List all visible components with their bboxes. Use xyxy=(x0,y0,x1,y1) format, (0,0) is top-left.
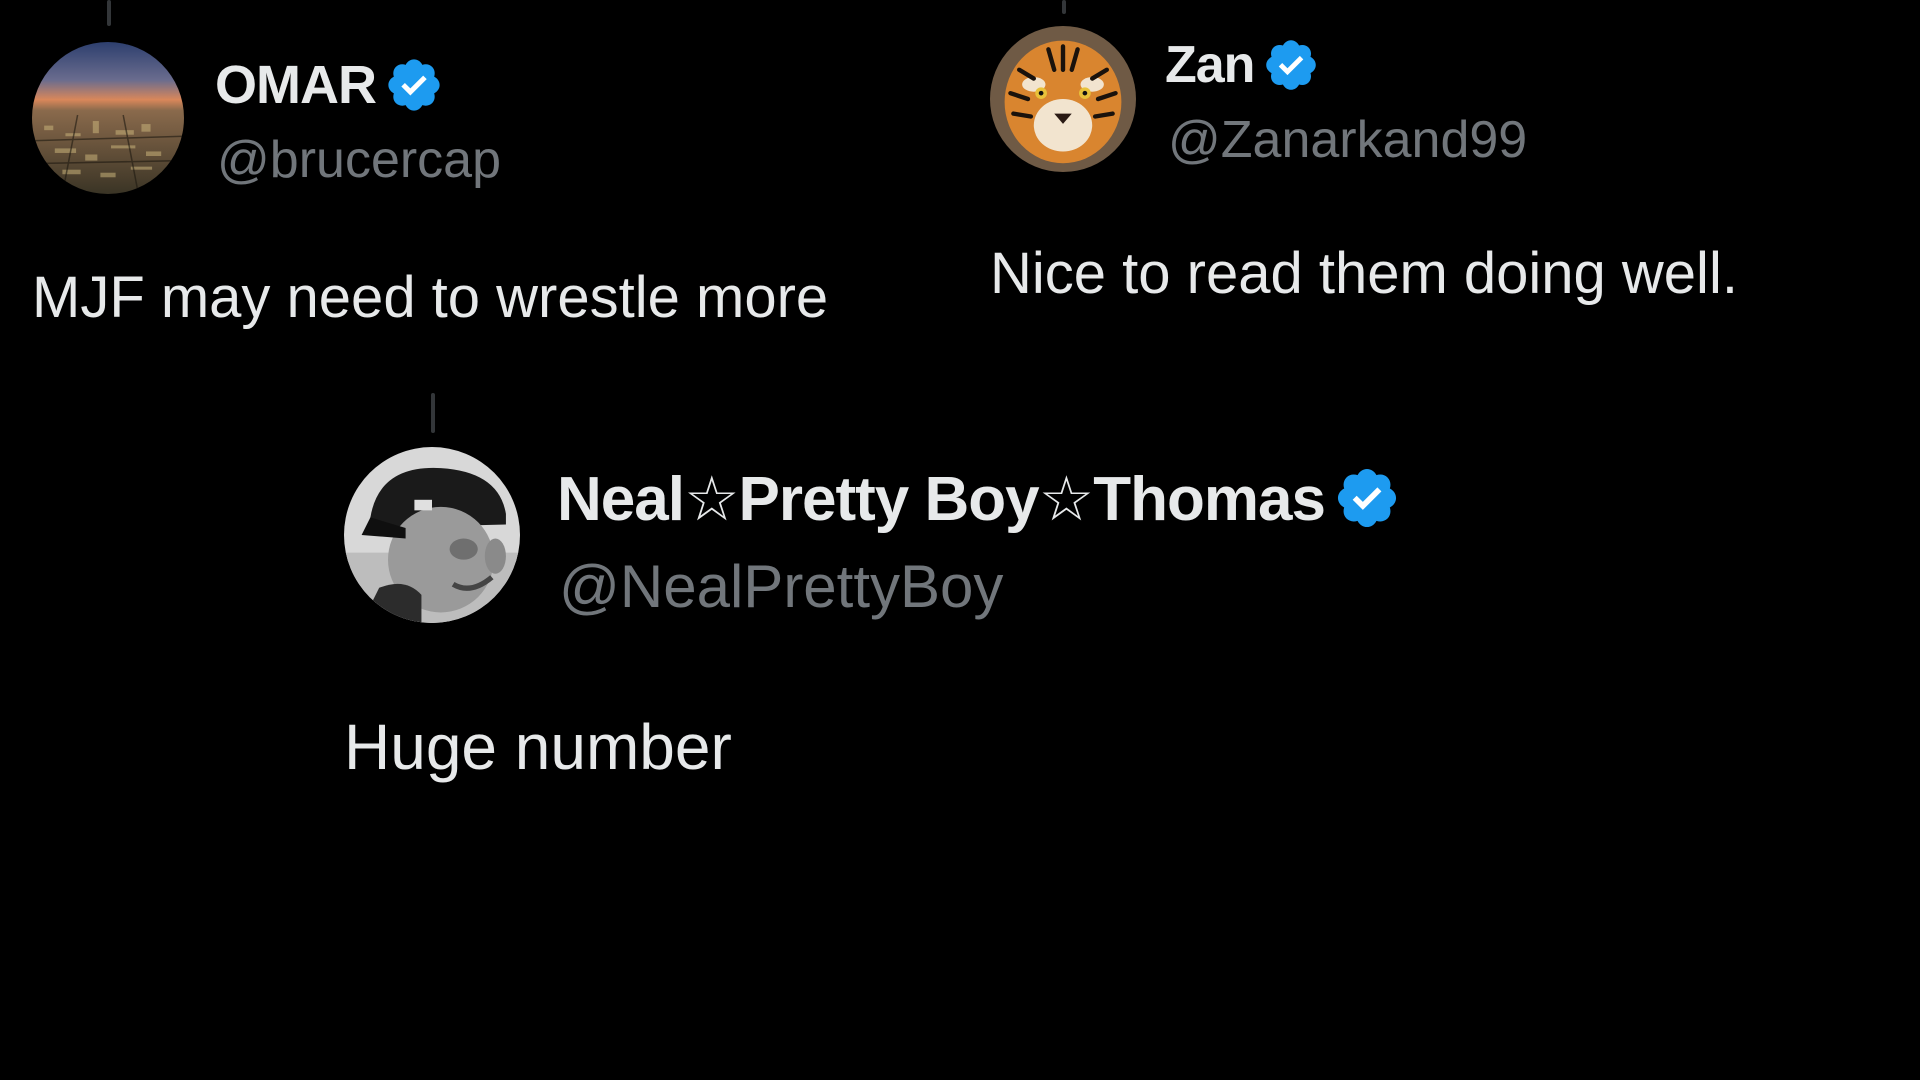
tweet-text: Huge number xyxy=(344,711,732,783)
display-name[interactable]: Neal☆Pretty Boy☆Thomas xyxy=(557,462,1326,535)
thread-connector-line xyxy=(107,0,111,26)
avatar[interactable] xyxy=(32,42,184,194)
verified-badge-icon xyxy=(1333,464,1401,532)
city-skyline-avatar-icon xyxy=(32,42,184,194)
user-handle[interactable]: @Zanarkand99 xyxy=(1168,110,1527,170)
thread-connector-line xyxy=(431,393,435,433)
display-name[interactable]: OMAR xyxy=(215,54,377,116)
author-name-row: Neal☆Pretty Boy☆Thomas xyxy=(557,460,1401,536)
tweet-text: Nice to read them doing well. xyxy=(990,241,1738,306)
user-handle[interactable]: @NealPrettyBoy xyxy=(559,552,1003,621)
verified-badge-icon xyxy=(1262,36,1320,94)
man-in-cap-bw-avatar-icon xyxy=(344,447,520,623)
verified-badge-icon xyxy=(384,55,444,115)
avatar[interactable] xyxy=(344,447,520,623)
avatar[interactable] xyxy=(990,26,1136,172)
user-handle[interactable]: @brucercap xyxy=(217,130,501,190)
author-name-row: OMAR xyxy=(215,50,444,120)
thread-connector-line xyxy=(1062,0,1066,14)
tweet-text: MJF may need to wrestle more xyxy=(32,265,829,330)
author-name-row: Zan xyxy=(1165,32,1320,98)
display-name[interactable]: Zan xyxy=(1165,35,1255,95)
tiger-face-avatar-icon xyxy=(990,26,1136,172)
